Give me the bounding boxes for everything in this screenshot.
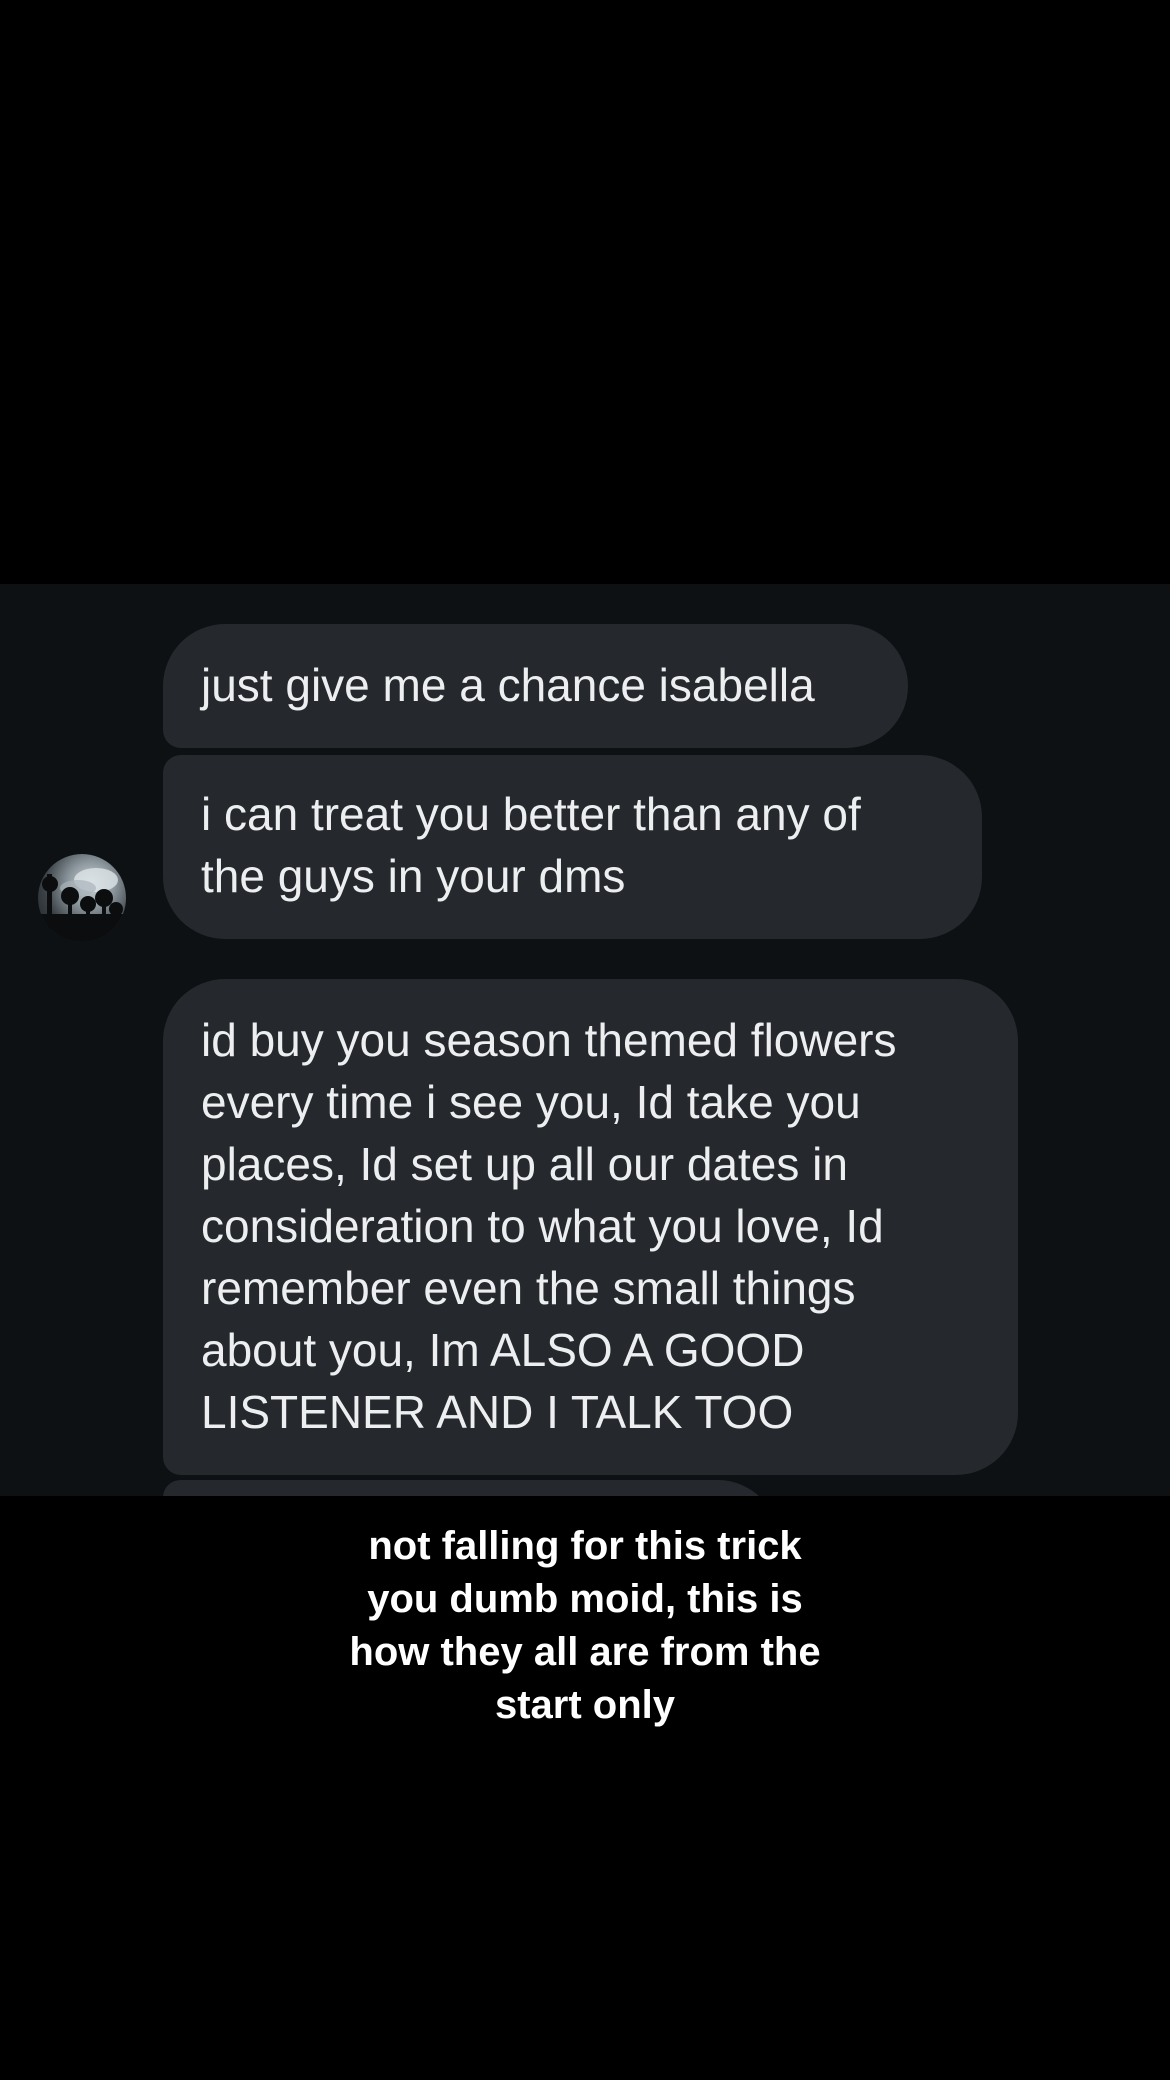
top-black-area (0, 0, 1170, 584)
avatar-photo-icon (38, 868, 126, 942)
message-bubble-partial[interactable] (163, 1480, 778, 1496)
video-caption: not falling for this trick you dumb moid… (349, 1524, 821, 1727)
sender-avatar[interactable] (38, 854, 126, 942)
message-bubble[interactable]: id buy you season themed flowers every t… (163, 979, 1018, 1475)
message-bubble[interactable]: i can treat you better than any of the g… (163, 755, 982, 939)
chat-thread[interactable]: just give me a chance isabella i can tre… (0, 584, 1170, 1496)
message-bubble[interactable]: just give me a chance isabella (163, 624, 908, 748)
